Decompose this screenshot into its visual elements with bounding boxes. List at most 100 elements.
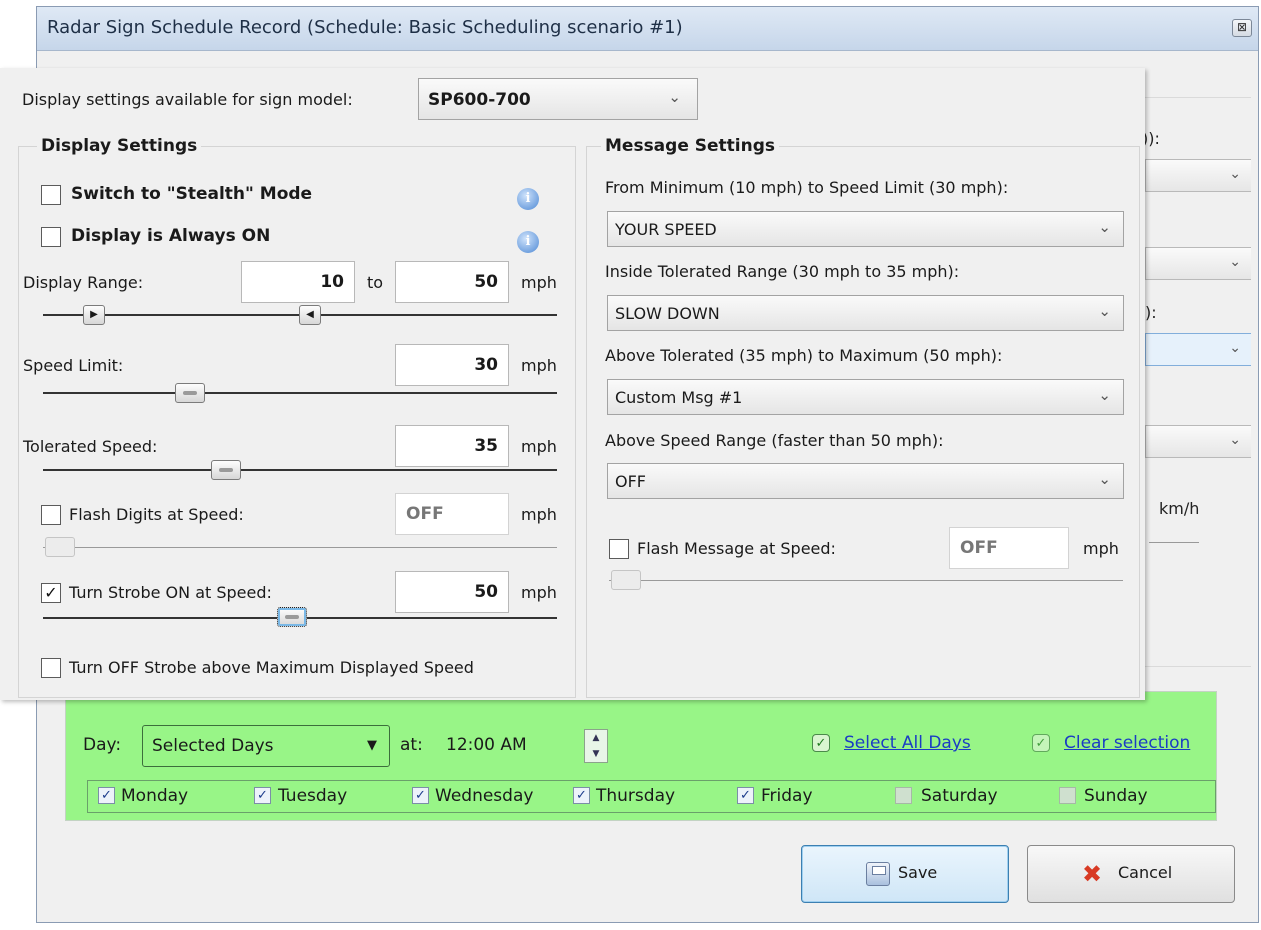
background-combo-3[interactable]: ⌄ <box>1145 333 1251 366</box>
tuesday-label: Tuesday <box>278 786 348 806</box>
range-min-thumb[interactable]: ▶ <box>83 305 105 325</box>
chevron-down-icon: ⌄ <box>1229 340 1241 356</box>
flash-digits-thumb[interactable] <box>45 537 75 557</box>
background-combo-1[interactable]: ⌄ <box>1145 159 1251 192</box>
sunday-label: Sunday <box>1084 786 1148 806</box>
above-tolerated-label: Above Tolerated (35 mph) to Maximum (50 … <box>605 346 1003 365</box>
spin-up-icon[interactable]: ▲ <box>585 730 607 746</box>
save-button[interactable]: Save <box>801 845 1009 903</box>
speed-limit-label: Speed Limit: <box>23 356 124 375</box>
tolerated-speed-thumb[interactable] <box>211 460 241 480</box>
display-range-max-input[interactable]: 50 <box>395 261 509 303</box>
stealth-mode-checkbox[interactable] <box>41 185 61 205</box>
flash-message-label: Flash Message at Speed: <box>637 539 836 558</box>
day-select[interactable]: Selected Days ▼ <box>142 725 390 767</box>
speed-limit-slider-track[interactable] <box>43 392 557 394</box>
time-spinner[interactable]: ▲ ▼ <box>584 729 608 763</box>
save-label: Save <box>898 863 938 882</box>
wednesday-checkbox[interactable]: ✓ <box>412 787 429 804</box>
sunday-checkbox[interactable] <box>1059 787 1076 804</box>
chevron-down-icon: ⌄ <box>1098 386 1111 404</box>
message-settings-group: Message Settings From Minimum (10 mph) t… <box>586 136 1140 698</box>
unit-label: mph <box>521 273 557 292</box>
chevron-down-icon: ⌄ <box>1098 218 1111 236</box>
strobe-speed-thumb[interactable] <box>277 607 307 627</box>
above-range-select[interactable]: OFF ⌄ <box>607 463 1124 499</box>
save-icon <box>866 862 890 886</box>
background-unit-label: km/h <box>1159 499 1200 518</box>
stealth-mode-label: Switch to "Stealth" Mode <box>71 184 313 204</box>
clear-selection-link[interactable]: Clear selection <box>1064 733 1190 753</box>
tuesday-checkbox[interactable]: ✓ <box>254 787 271 804</box>
unit-label: mph <box>521 437 557 456</box>
thursday-checkbox[interactable]: ✓ <box>573 787 590 804</box>
info-icon[interactable]: i <box>517 188 539 210</box>
range-max-thumb[interactable]: ◀ <box>299 305 321 325</box>
unit-label: mph <box>521 356 557 375</box>
background-combo-4[interactable]: ⌄ <box>1145 425 1251 458</box>
saturday-checkbox[interactable] <box>895 787 912 804</box>
background-label-2: ): <box>1145 303 1157 322</box>
flash-message-checkbox[interactable] <box>609 539 629 559</box>
strobe-on-checkbox[interactable]: ✓ <box>41 583 61 603</box>
above-range-label: Above Speed Range (faster than 50 mph): <box>605 431 944 450</box>
day-schedule-panel: Day: Selected Days ▼ at: 12:00 AM ▲ ▼ ✓ … <box>65 691 1217 821</box>
saturday-label: Saturday <box>921 786 998 806</box>
flash-message-thumb[interactable] <box>611 570 641 590</box>
at-label: at: <box>400 735 423 755</box>
strobe-on-label: Turn Strobe ON at Speed: <box>69 583 272 602</box>
range-to-label: to <box>367 273 384 292</box>
day-select-value: Selected Days <box>152 736 274 756</box>
display-settings-title: Display Settings <box>37 136 202 156</box>
monday-checkbox[interactable]: ✓ <box>98 787 115 804</box>
sign-model-select[interactable]: SP600-700 ⌄ <box>418 78 698 120</box>
flash-digits-slider-track[interactable] <box>43 547 557 548</box>
display-settings-group: Display Settings Switch to "Stealth" Mod… <box>18 136 576 698</box>
title-bar: Radar Sign Schedule Record (Schedule: Ba… <box>37 7 1258 51</box>
chevron-down-icon: ⌄ <box>1229 432 1241 448</box>
info-icon[interactable]: i <box>517 231 539 253</box>
select-all-icon: ✓ <box>812 734 830 752</box>
display-range-label: Display Range: <box>23 273 144 292</box>
flash-message-slider-track[interactable] <box>609 580 1123 581</box>
always-on-label: Display is Always ON <box>71 226 271 246</box>
weekday-checkbox-row: ✓ Monday ✓ Tuesday ✓ Wednesday ✓ Thursda… <box>87 780 1216 813</box>
above-range-value: OFF <box>615 472 646 491</box>
unit-label: mph <box>521 583 557 602</box>
flash-digits-label: Flash Digits at Speed: <box>69 505 244 524</box>
monday-label: Monday <box>121 786 189 806</box>
min-to-limit-select[interactable]: YOUR SPEED ⌄ <box>607 211 1124 247</box>
dropdown-arrow-icon: ▼ <box>367 738 377 753</box>
speed-limit-thumb[interactable] <box>175 383 205 403</box>
window-title: Radar Sign Schedule Record (Schedule: Ba… <box>47 17 683 38</box>
tolerated-speed-slider-track[interactable] <box>43 469 557 471</box>
friday-checkbox[interactable]: ✓ <box>737 787 754 804</box>
above-tolerated-select[interactable]: Custom Msg #1 ⌄ <box>607 379 1124 415</box>
min-to-limit-value: YOUR SPEED <box>615 220 717 239</box>
tolerated-range-select[interactable]: SLOW DOWN ⌄ <box>607 295 1124 331</box>
flash-digits-checkbox[interactable] <box>41 505 61 525</box>
always-on-checkbox[interactable] <box>41 227 61 247</box>
clear-selection-icon: ✓ <box>1032 734 1050 752</box>
strobe-off-checkbox[interactable] <box>41 658 61 678</box>
spin-down-icon[interactable]: ▼ <box>585 746 607 762</box>
chevron-down-icon: ⌄ <box>668 88 681 106</box>
thursday-label: Thursday <box>596 786 676 806</box>
tolerated-speed-input[interactable]: 35 <box>395 425 509 467</box>
cancel-button[interactable]: ✖ Cancel <box>1027 845 1235 903</box>
day-label: Day: <box>83 735 122 755</box>
strobe-speed-input[interactable]: 50 <box>395 571 509 613</box>
strobe-off-label: Turn OFF Strobe above Maximum Displayed … <box>69 658 474 677</box>
background-combo-2[interactable]: ⌄ <box>1145 247 1251 280</box>
select-all-days-link[interactable]: Select All Days <box>844 733 971 753</box>
flash-message-input[interactable]: OFF <box>949 527 1069 569</box>
display-range-min-input[interactable]: 10 <box>241 261 355 303</box>
flash-digits-input[interactable]: OFF <box>395 493 509 535</box>
sign-model-label: Display settings available for sign mode… <box>22 90 353 109</box>
tolerated-range-value: SLOW DOWN <box>615 304 720 323</box>
min-to-limit-label: From Minimum (10 mph) to Speed Limit (30… <box>605 178 1009 197</box>
sign-model-value: SP600-700 <box>428 90 531 110</box>
close-button[interactable]: ⊠ <box>1232 19 1252 37</box>
wednesday-label: Wednesday <box>435 786 534 806</box>
speed-limit-input[interactable]: 30 <box>395 344 509 386</box>
